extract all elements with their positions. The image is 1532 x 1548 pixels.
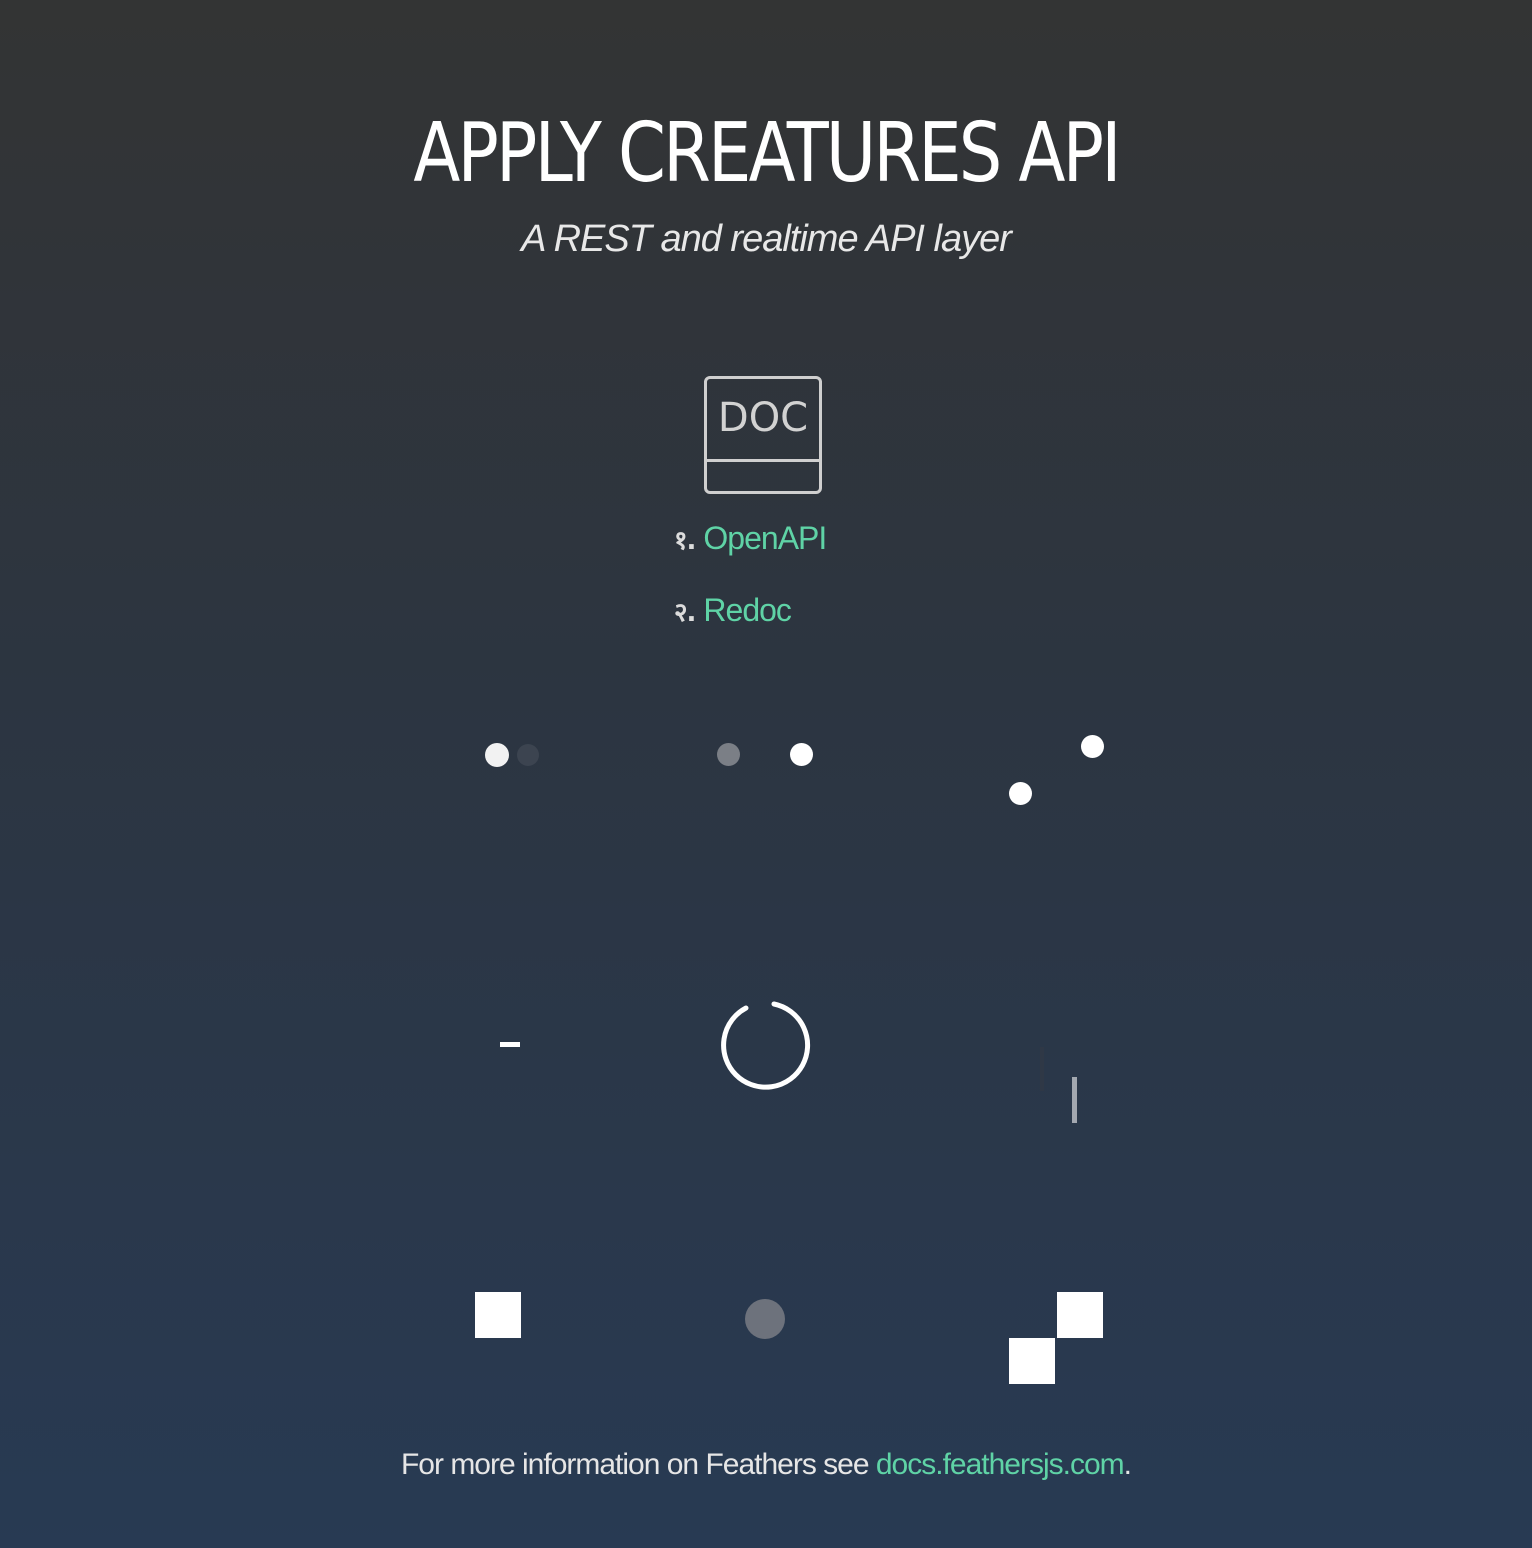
footer: For more information on Feathers see doc… [0,1448,1532,1482]
doc-icon-label: DOC [717,395,809,441]
spinner-dot [1081,735,1104,758]
feathers-docs-link[interactable]: docs.feathersjs.com [876,1448,1125,1481]
spinner-dot [790,743,813,766]
spinner-bouncing-dots [480,740,550,770]
page-title: APPLY CREATURES API [413,106,1121,201]
spinner-orbit-dots [1000,730,1110,810]
spinner-cube-grid [1008,1292,1104,1384]
spinner-dot [485,743,509,767]
list-number: १. [674,526,696,556]
spinner-bar [500,1042,520,1047]
openapi-link[interactable]: OpenAPI [703,520,827,556]
spinner-square [475,1292,521,1338]
spinner-ring-arc [721,1001,811,1090]
spinner-pulse-circle [745,1299,785,1339]
spinner-bar [1040,1047,1044,1091]
spinner-vertical-bars [1038,1045,1082,1125]
redoc-link[interactable]: Redoc [703,592,791,628]
footer-text: For more information on Feathers see [400,1448,876,1481]
footer-suffix: . [1123,1448,1132,1481]
document-icon: DOC [704,376,822,494]
spinner-cube [1009,1338,1055,1384]
list-item-redoc: २. Redoc [674,592,826,664]
spinner-cube [1057,1292,1103,1338]
page-subtitle: A REST and realtime API layer [521,218,1012,260]
spinner-pulse-dots [710,740,820,770]
spinner-ring [721,1001,811,1090]
spinner-dot [517,744,539,766]
spinner-bar [1072,1077,1077,1123]
list-item-openapi: १. OpenAPI [674,520,827,592]
doc-icon-divider [707,459,819,462]
list-number: २. [674,598,696,628]
spinner-dot [1009,782,1032,805]
docs-link-list: १. OpenAPI २. Redoc [674,520,827,664]
spinner-dot [717,743,740,766]
